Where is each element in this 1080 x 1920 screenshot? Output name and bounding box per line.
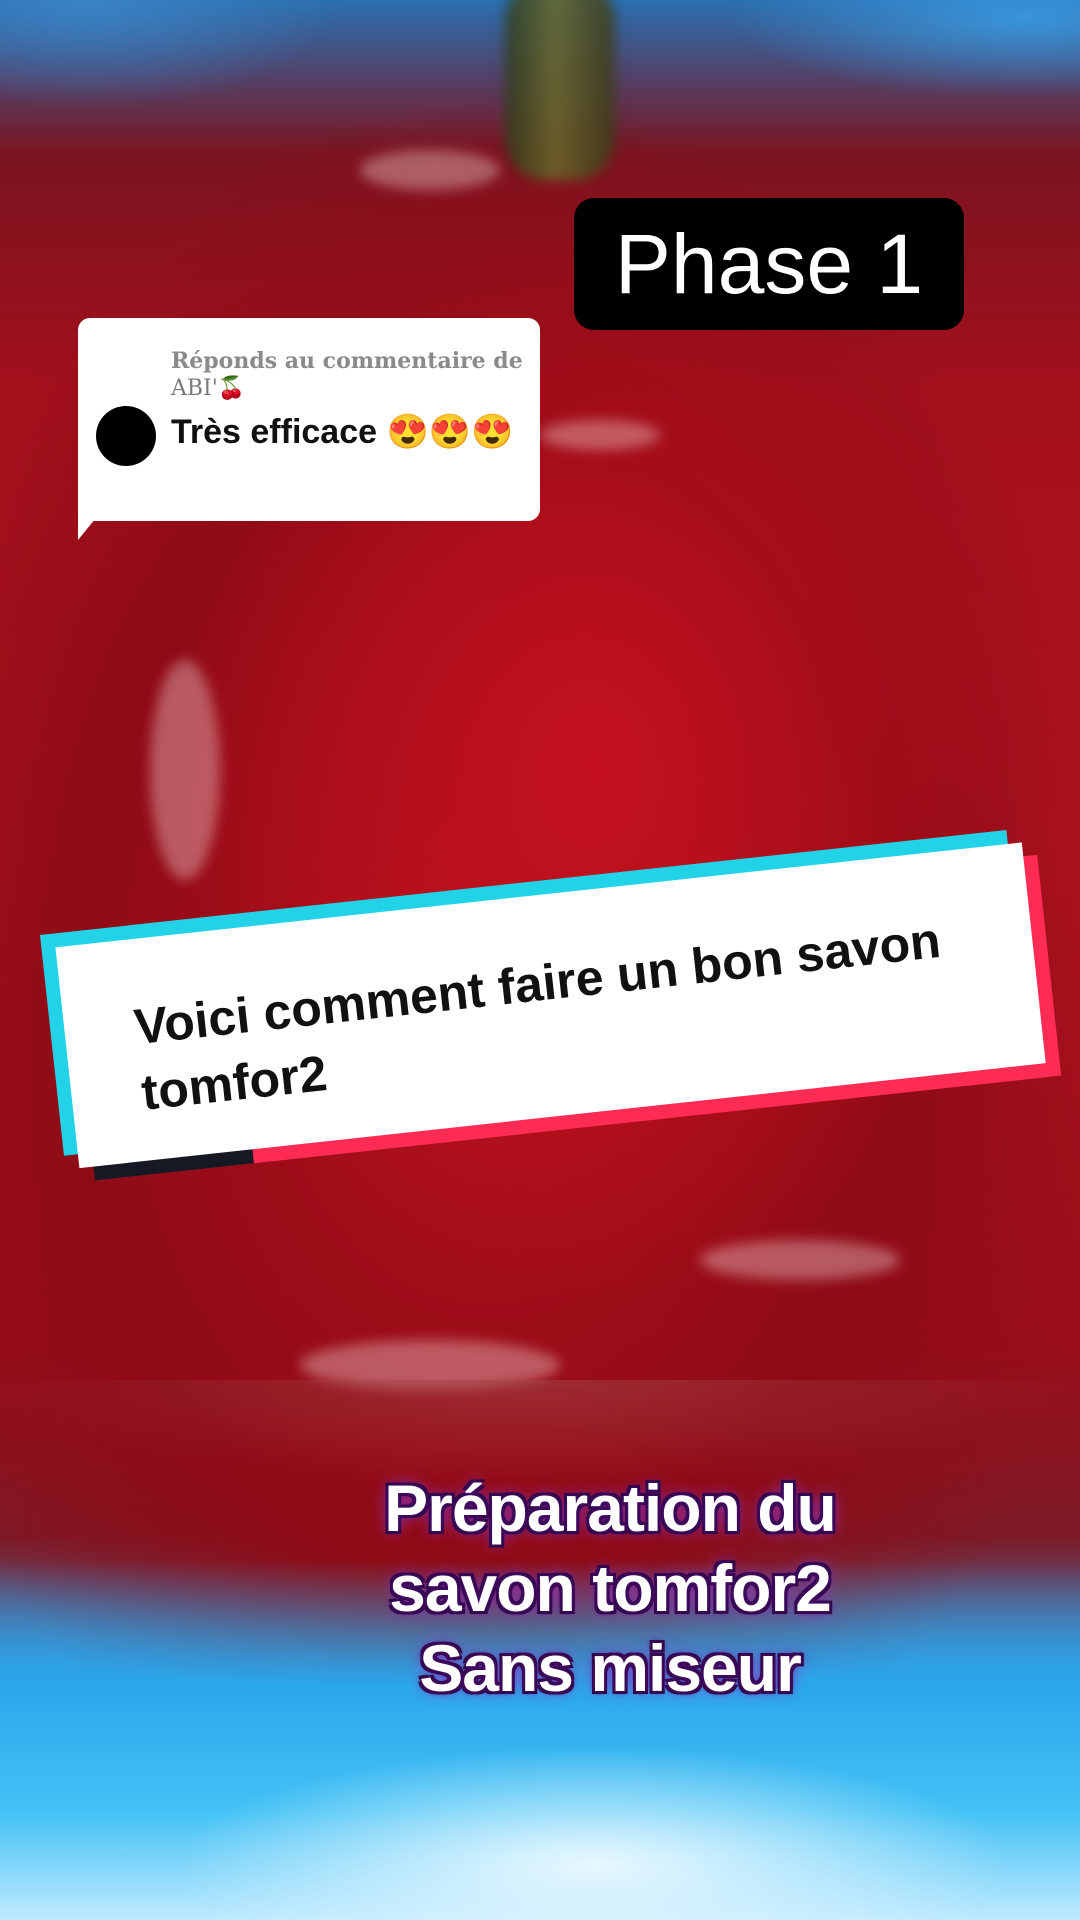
avatar — [96, 406, 156, 466]
overlay-line-3: Sans miseur — [419, 1631, 802, 1705]
reply-comment-card[interactable]: Réponds au commentaire de ABI'🍒 Très eff… — [78, 318, 540, 521]
video-frame[interactable]: Phase 1 Réponds au commentaire de ABI'🍒 … — [0, 0, 1080, 1920]
reply-comment-text: Très efficace 😍😍😍 — [171, 413, 514, 451]
highlight — [540, 420, 660, 450]
reply-header: Réponds au commentaire de ABI'🍒 — [171, 348, 531, 402]
spoon-handle — [505, 0, 615, 180]
reply-username: ABI'🍒 — [171, 376, 246, 401]
phase-badge: Phase 1 — [574, 198, 964, 330]
highlight — [360, 150, 500, 190]
highlight — [150, 660, 220, 880]
highlight — [700, 1240, 900, 1280]
overlay-subtitle: Préparation du savon tomfor2 Sans miseur — [330, 1468, 890, 1708]
overlay-line-1: Préparation du — [384, 1471, 837, 1545]
reply-header-label: Réponds au commentaire de — [171, 348, 523, 374]
overlay-line-2: savon tomfor2 — [389, 1551, 832, 1625]
